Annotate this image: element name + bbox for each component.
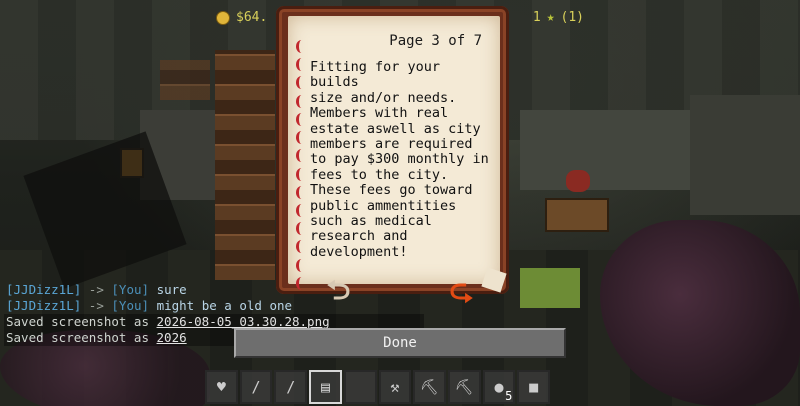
hud-right-text: 1	[532, 10, 541, 25]
star-display: 1 ★ (1)	[533, 10, 584, 25]
previous-page-arrow-icon[interactable]: ⮌	[326, 272, 350, 316]
hotbar-slot[interactable]: /	[239, 370, 273, 404]
chat-sender: [JJDizz1L]	[6, 282, 82, 297]
page-indicator: Page 3 of 7	[389, 33, 482, 49]
hotbar-slot[interactable]	[343, 370, 377, 404]
chat-arrow: ->	[88, 282, 104, 297]
chat-sender: [JJDizz1L]	[6, 298, 82, 313]
bread-icon: ●	[494, 378, 504, 396]
hotbar-slot[interactable]: ⛏	[413, 370, 446, 404]
done-button[interactable]: Done	[234, 328, 566, 358]
screenshot-link[interactable]: 2026-08-05_03.30.28.png	[157, 314, 330, 329]
diamond-axe-icon: ⚒	[390, 378, 400, 396]
money-value: $64.	[236, 10, 268, 25]
hotbar-slot[interactable]: ■	[517, 370, 551, 404]
chat-message: Saved screenshot as	[6, 314, 149, 329]
book-page: Page 3 of 7 Fitting for your builds size…	[288, 16, 507, 306]
chat-recipient: [You]	[111, 282, 150, 297]
diamond-pickaxe-icon: ⛏	[420, 378, 440, 396]
star-icon: ★	[546, 10, 555, 25]
chat-arrow: ->	[88, 298, 104, 313]
book-binding	[296, 40, 306, 290]
grass-block	[520, 268, 580, 308]
chat-message: sure	[156, 282, 187, 297]
book-icon: ▤	[320, 378, 330, 396]
page-text: Fitting for your builds size and/or need…	[310, 59, 489, 260]
chest	[545, 198, 609, 232]
star-count: (1)	[560, 10, 584, 25]
chat-message: might be a old one	[156, 298, 293, 313]
hotbar: ♥ / / ▤ ⚒ ⛏ ⛏ ● 5 ■	[205, 370, 551, 406]
chat-message: Saved screenshot as	[6, 330, 149, 345]
hotbar-slot[interactable]: ● 5	[482, 370, 516, 404]
crossbow-icon: /	[251, 378, 261, 396]
book-gui: Page 3 of 7 Fitting for your builds size…	[276, 6, 509, 306]
hotbar-slot[interactable]: ⛏	[447, 370, 481, 404]
money-display: $64.	[216, 10, 267, 25]
hotbar-slot[interactable]: ♥	[205, 370, 238, 404]
red-item-frame	[566, 170, 590, 192]
item-count: 5	[505, 389, 513, 403]
screenshot-link[interactable]: 2026	[157, 330, 187, 345]
bow-icon: /	[286, 378, 296, 396]
pickaxe-icon: ⛏	[454, 378, 474, 396]
hotbar-slot[interactable]: /	[274, 370, 308, 404]
bookshelf-wall	[215, 50, 275, 280]
hotbar-slot[interactable]: ▤	[309, 370, 342, 404]
next-page-arrow-icon[interactable]: ⮎	[449, 272, 473, 316]
heart-item-icon: ♥	[216, 378, 226, 396]
wall-block	[690, 95, 800, 215]
bookshelf-wall	[160, 60, 210, 100]
wall-block	[520, 110, 690, 190]
block-icon: ■	[529, 378, 539, 396]
page-corner	[481, 267, 507, 293]
hotbar-slot[interactable]: ⚒	[378, 370, 412, 404]
chat-recipient: [You]	[111, 298, 150, 313]
chat-line: [JJDizz1L] -> [You] might be a old one	[4, 298, 424, 314]
coin-icon	[216, 10, 230, 25]
